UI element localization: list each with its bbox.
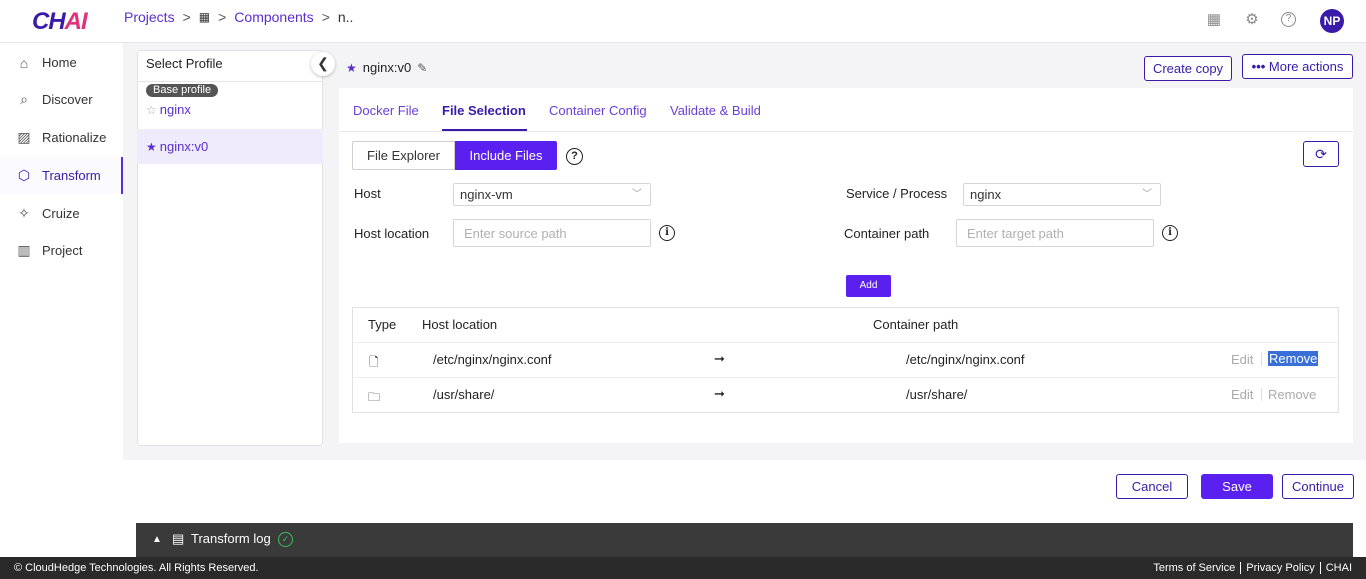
check-circle-icon: ✓	[278, 532, 293, 547]
cruize-icon: ✧	[18, 205, 30, 221]
collapse-panel-button[interactable]: ❮	[311, 52, 335, 76]
service-select[interactable]: nginx ﹀	[963, 183, 1161, 206]
caret-up-icon[interactable]: ▲	[152, 534, 162, 545]
log-icon: ▤	[172, 531, 185, 546]
rationalize-icon: ▨	[17, 129, 31, 145]
arrow-right-icon: ➞	[714, 351, 725, 366]
star-filled-icon[interactable]: ★	[146, 140, 157, 154]
table-row-divider	[353, 342, 1338, 343]
edit-button[interactable]: Edit	[1231, 387, 1253, 402]
breadcrumb-components[interactable]: Components	[234, 9, 313, 25]
transform-log-bar[interactable]: ▲ ▤ Transform log ✓	[136, 523, 1353, 557]
sidebar-item-discover[interactable]: ⌕ Discover	[0, 81, 123, 118]
base-profile-badge: Base profile	[146, 84, 219, 97]
chevron-left-icon: ❮	[317, 55, 329, 71]
chevron-down-icon: ﹀	[1142, 189, 1152, 200]
refresh-button[interactable]: ⟳	[1303, 141, 1339, 167]
more-actions-button[interactable]: ••• More actions	[1242, 54, 1353, 79]
breadcrumb-projects[interactable]: Projects	[124, 9, 175, 25]
host-label: Host	[354, 186, 381, 201]
create-copy-button[interactable]: Create copy	[1144, 56, 1232, 81]
sidebar-item-rationalize[interactable]: ▨ Rationalize	[0, 119, 123, 156]
profile-title: ★ nginx:v0 ✎	[346, 60, 428, 75]
profile-item-nginx[interactable]: ☆ nginx	[146, 102, 191, 117]
profile-divider	[137, 81, 323, 82]
folder-icon: 🗀	[368, 390, 381, 404]
table-row-divider	[353, 377, 1338, 378]
chevron-right-icon: >	[182, 9, 191, 25]
sidebar-item-transform[interactable]: ⬡ Transform	[0, 157, 123, 194]
column-header-type: Type	[368, 317, 397, 332]
save-button[interactable]: Save	[1201, 474, 1273, 499]
star-outline-icon[interactable]: ☆	[146, 103, 157, 117]
avatar[interactable]: NP	[1320, 9, 1344, 33]
help-icon[interactable]: ?	[566, 148, 583, 165]
info-icon[interactable]: i	[1162, 225, 1178, 241]
column-header-container-path: Container path	[873, 317, 959, 332]
remove-button[interactable]: Remove	[1268, 387, 1316, 402]
tab-file-selection[interactable]: File Selection	[442, 103, 526, 118]
table-cell-container: /usr/share/	[906, 387, 968, 402]
file-explorer-toggle[interactable]: File Explorer	[352, 141, 455, 170]
column-header-host-location: Host location	[422, 317, 498, 332]
breadcrumb: Projects > ▦ > Components > n..	[124, 9, 353, 25]
edit-pencil-icon[interactable]: ✎	[417, 61, 427, 75]
chevron-down-icon: ﹀	[632, 189, 642, 200]
table-cell-host: /usr/share/	[433, 387, 495, 402]
cancel-button[interactable]: Cancel	[1116, 474, 1188, 499]
help-icon[interactable]: ?	[1281, 12, 1296, 27]
sidebar-item-cruize[interactable]: ✧ Cruize	[0, 195, 123, 232]
action-separator	[1261, 388, 1262, 401]
transform-log-label: Transform log	[191, 531, 271, 546]
breadcrumb-current: n..	[337, 9, 354, 25]
table-cell-host: /etc/nginx/nginx.conf	[433, 352, 552, 367]
service-label: Service / Process	[846, 186, 948, 201]
sidebar: ⌂ Home ⌕ Discover ▨ Rationalize ⬡ Transform …	[0, 43, 123, 557]
project-icon: ▥	[17, 242, 31, 258]
file-icon: 🗋	[369, 355, 379, 369]
privacy-link[interactable]: Privacy Policy	[1241, 562, 1321, 574]
info-icon[interactable]: i	[659, 225, 675, 241]
sidebar-item-project[interactable]: ▥ Project	[0, 232, 123, 269]
terms-link[interactable]: Terms of Service	[1148, 562, 1242, 574]
profile-panel-title: Select Profile	[146, 56, 223, 71]
remove-button[interactable]: Remove	[1268, 351, 1319, 366]
dots-icon: •••	[1251, 59, 1266, 74]
tab-docker-file[interactable]: Docker File	[353, 103, 419, 118]
action-separator	[1261, 353, 1262, 366]
gear-icon[interactable]: ⚙	[1243, 11, 1261, 29]
continue-button[interactable]: Continue	[1282, 474, 1354, 499]
home-icon: ⌂	[19, 54, 29, 71]
include-files-toggle[interactable]: Include Files	[455, 141, 557, 170]
container-path-label: Container path	[844, 226, 930, 241]
tab-container-config[interactable]: Container Config	[549, 103, 647, 118]
footer: © CloudHedge Technologies. All Rights Re…	[0, 557, 1366, 579]
sidebar-item-home[interactable]: ⌂ Home	[0, 44, 123, 81]
arrow-right-icon: ➞	[714, 386, 725, 401]
add-button[interactable]: Add	[846, 275, 891, 297]
chevron-right-icon: >	[321, 9, 330, 25]
host-location-input[interactable]	[453, 219, 651, 247]
apps-grid-icon[interactable]: ▦	[1205, 11, 1223, 29]
footer-brand: CHAI	[1325, 562, 1352, 574]
tabs-divider	[339, 131, 1353, 132]
star-filled-icon: ★	[346, 61, 357, 75]
chai-logo[interactable]: CHAI	[32, 8, 88, 36]
discover-icon: ⌕	[20, 91, 28, 107]
grid-icon[interactable]: ▦	[199, 10, 210, 24]
edit-button[interactable]: Edit	[1231, 352, 1253, 367]
tab-validate-build[interactable]: Validate & Build	[670, 103, 761, 118]
container-path-input[interactable]	[956, 219, 1154, 247]
transform-icon: ⬡	[17, 167, 31, 183]
host-location-label: Host location	[354, 226, 430, 241]
chevron-right-icon: >	[218, 9, 227, 25]
host-select[interactable]: nginx-vm ﹀	[453, 183, 651, 206]
profile-item-nginx-v0[interactable]: ★ nginx:v0	[146, 139, 208, 154]
table-cell-container: /etc/nginx/nginx.conf	[906, 352, 1025, 367]
copyright-text: © CloudHedge Technologies. All Rights Re…	[14, 562, 259, 574]
refresh-icon: ⟳	[1315, 146, 1327, 162]
